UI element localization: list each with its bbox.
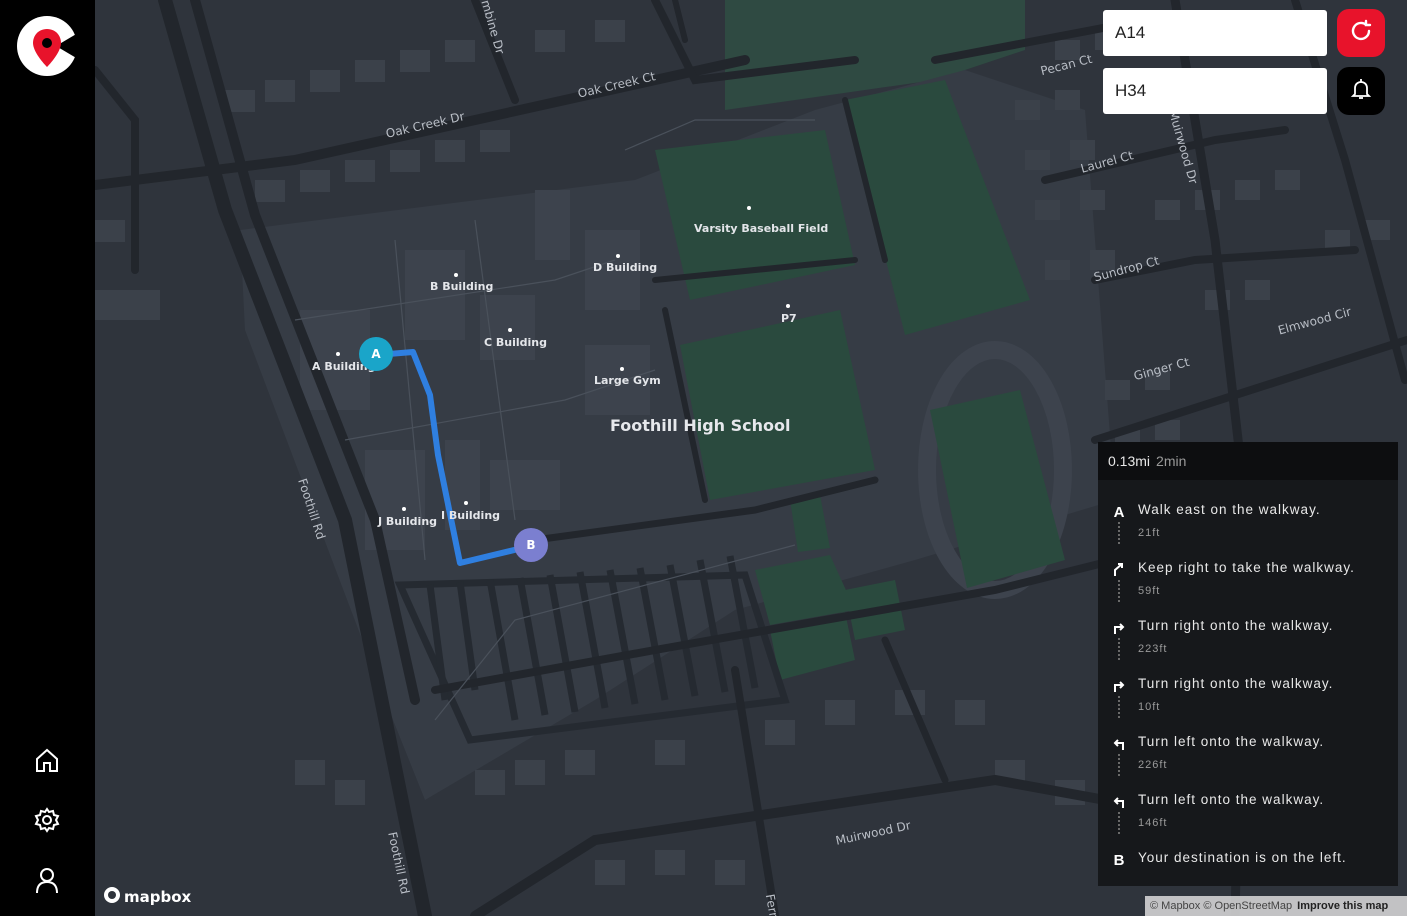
step-connector	[1118, 754, 1122, 776]
turn-left-arrow-icon	[1112, 736, 1126, 752]
waypoint-b-icon: B	[1113, 852, 1125, 869]
place-label: P7	[781, 312, 797, 325]
mapbox-icon	[103, 886, 121, 908]
place-label: Large Gym	[594, 374, 661, 387]
step-instruction: Turn left onto the walkway.	[1138, 792, 1325, 807]
step-distance: 226ft	[1138, 759, 1168, 771]
poi-dot	[786, 304, 790, 308]
attribution-text[interactable]: © Mapbox © OpenStreetMap	[1150, 900, 1292, 912]
step-distance: 10ft	[1138, 701, 1161, 713]
place-label: I Building	[441, 509, 501, 522]
turn-right-arrow-icon	[1112, 678, 1126, 694]
route-distance: 0.13mi	[1108, 453, 1151, 469]
refresh-button[interactable]	[1337, 9, 1385, 57]
direction-step[interactable]: A Walk east on the walkway. 21ft	[1098, 500, 1398, 558]
poi-dot	[747, 206, 751, 210]
slight-right-arrow-icon	[1112, 562, 1126, 578]
step-instruction: Walk east on the walkway.	[1138, 502, 1321, 517]
place-label: J Building	[378, 515, 438, 528]
direction-step[interactable]: Turn left onto the walkway. 146ft	[1098, 790, 1398, 848]
turn-left-arrow-icon	[1112, 794, 1126, 810]
waypoint-a-icon: A	[1113, 504, 1125, 521]
direction-step[interactable]: Keep right to take the walkway. 59ft	[1098, 558, 1398, 616]
direction-step[interactable]: Turn right onto the walkway. 10ft	[1098, 674, 1398, 732]
map-pin-logo-icon[interactable]	[16, 15, 78, 77]
step-instruction: Turn left onto the walkway.	[1138, 734, 1325, 749]
step-instruction: Keep right to take the walkway.	[1138, 560, 1355, 575]
mapbox-logo[interactable]: mapbox	[103, 886, 191, 908]
gear-icon[interactable]	[33, 806, 61, 834]
step-instruction: Your destination is on the left.	[1138, 850, 1347, 865]
refresh-icon	[1349, 19, 1373, 47]
step-distance: 21ft	[1138, 527, 1161, 539]
step-connector	[1118, 812, 1122, 834]
step-connector	[1118, 522, 1122, 544]
poi-dot	[620, 367, 624, 371]
step-instruction: Turn right onto the walkway.	[1138, 676, 1334, 691]
step-distance: 223ft	[1138, 643, 1168, 655]
step-instruction: Turn right onto the walkway.	[1138, 618, 1334, 633]
route-start-marker[interactable]: A	[359, 337, 393, 371]
home-icon[interactable]	[33, 746, 61, 774]
step-connector	[1118, 696, 1122, 718]
directions-summary: 0.13mi 2min	[1098, 442, 1398, 480]
place-label: C Building	[484, 336, 548, 349]
poi-dot	[508, 328, 512, 332]
directions-panel: 0.13mi 2min A Walk east on the walkway. …	[1098, 442, 1398, 886]
place-label: Varsity Baseball Field	[694, 222, 829, 235]
school-label: Foothill High School	[610, 416, 791, 435]
turn-right-arrow-icon	[1112, 620, 1126, 636]
map-attribution: © Mapbox © OpenStreetMap Improve this ma…	[1145, 896, 1407, 916]
route-duration: 2min	[1156, 453, 1187, 469]
poi-dot	[402, 507, 406, 511]
route-end-marker[interactable]: B	[514, 528, 548, 562]
direction-step[interactable]: Turn right onto the walkway. 223ft	[1098, 616, 1398, 674]
step-connector	[1118, 580, 1122, 602]
poi-dot	[454, 273, 458, 277]
alerts-button[interactable]	[1337, 67, 1385, 115]
direction-step[interactable]: Turn left onto the walkway. 226ft	[1098, 732, 1398, 790]
step-distance: 146ft	[1138, 817, 1168, 829]
place-label: D Building	[593, 261, 658, 274]
poi-dot	[616, 254, 620, 258]
place-label: B Building	[430, 280, 494, 293]
step-connector	[1118, 638, 1122, 660]
bell-icon	[1349, 77, 1373, 105]
poi-dot	[336, 352, 340, 356]
sidebar	[0, 0, 95, 916]
step-distance: 59ft	[1138, 585, 1161, 597]
destination-input[interactable]	[1103, 68, 1327, 114]
origin-input[interactable]	[1103, 10, 1327, 56]
improve-map-link[interactable]: Improve this map	[1297, 900, 1388, 912]
poi-dot	[464, 501, 468, 505]
mapbox-wordmark: mapbox	[124, 888, 192, 906]
user-icon[interactable]	[33, 866, 61, 894]
